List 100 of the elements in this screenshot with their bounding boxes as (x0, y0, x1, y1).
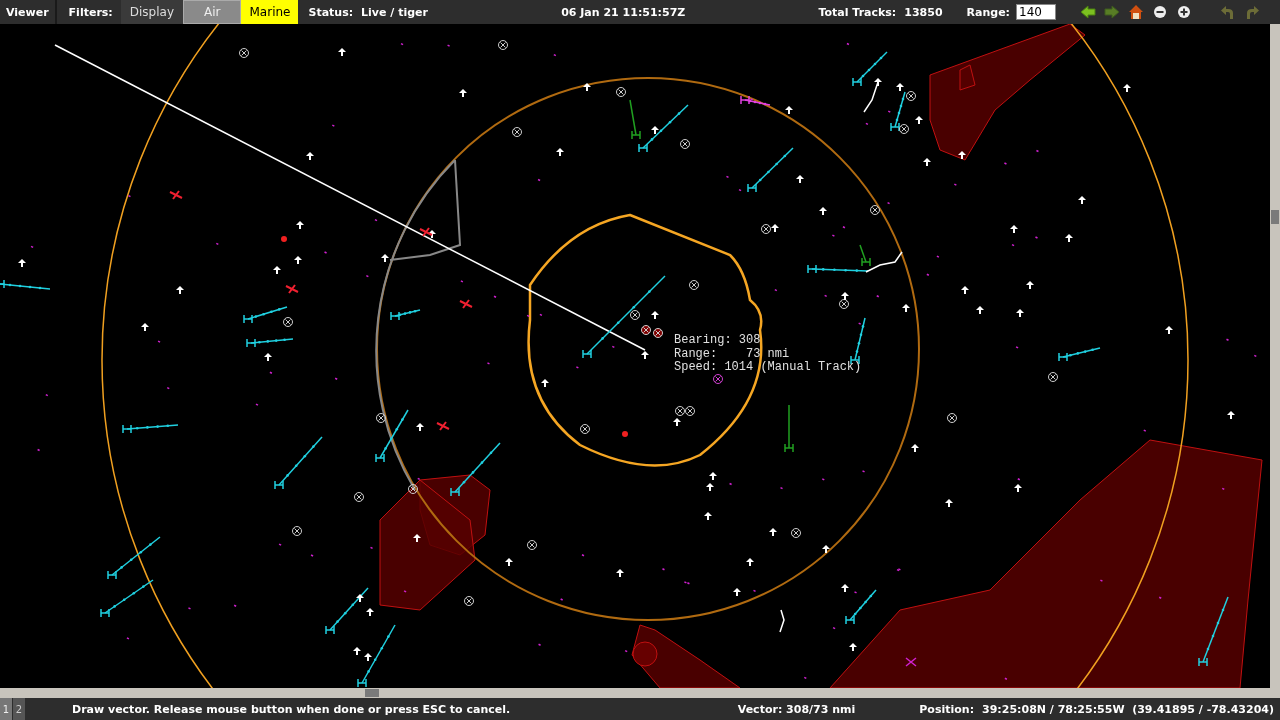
waypoint-icon[interactable] (498, 40, 508, 50)
waypoint-icon[interactable] (464, 596, 474, 606)
track-vector[interactable] (243, 306, 288, 324)
aircraft-icon[interactable] (428, 230, 436, 238)
waypoint-icon[interactable] (653, 328, 663, 338)
track-vector[interactable] (375, 409, 409, 463)
track-vector[interactable] (390, 309, 421, 321)
aircraft-icon[interactable] (976, 306, 984, 314)
track-vector[interactable] (325, 587, 369, 635)
track-vector[interactable] (629, 99, 641, 140)
track-vector[interactable] (852, 51, 888, 87)
aircraft-icon[interactable] (18, 259, 26, 267)
aircraft-icon[interactable] (923, 158, 931, 166)
waypoint-icon[interactable] (408, 484, 418, 494)
aircraft-icon[interactable] (413, 534, 421, 542)
waypoint-icon[interactable] (906, 91, 916, 101)
aircraft-icon[interactable] (796, 175, 804, 183)
aircraft-icon[interactable] (896, 83, 904, 91)
waypoint-icon[interactable] (870, 205, 880, 215)
track-vector[interactable] (638, 104, 689, 153)
aircraft-icon[interactable] (505, 558, 513, 566)
waypoint-icon[interactable] (761, 224, 771, 234)
scrollbar-thumb[interactable] (365, 689, 379, 697)
aircraft-icon[interactable] (733, 588, 741, 596)
waypoint-icon[interactable] (292, 526, 302, 536)
aircraft-icon[interactable] (945, 499, 953, 507)
zoom-in-icon[interactable] (1176, 4, 1192, 20)
filter-toggle[interactable]: Display (120, 0, 183, 24)
track-vector[interactable] (1058, 347, 1101, 362)
waypoint-icon[interactable] (947, 413, 957, 423)
track-vector[interactable] (100, 579, 154, 618)
waypoint-icon[interactable] (354, 492, 364, 502)
aircraft-icon[interactable] (651, 311, 659, 319)
aircraft-icon[interactable] (1227, 411, 1235, 419)
track-vector[interactable] (122, 424, 179, 434)
aircraft-icon[interactable] (264, 353, 272, 361)
aircraft-icon[interactable] (769, 528, 777, 536)
track-vector[interactable] (807, 264, 869, 274)
aircraft-icon[interactable] (1026, 281, 1034, 289)
track-vector[interactable] (107, 536, 161, 580)
menu-button[interactable]: Viewer (6, 5, 49, 19)
waypoint-icon[interactable] (685, 406, 695, 416)
aircraft-icon[interactable] (459, 89, 467, 97)
aircraft-icon[interactable] (1165, 326, 1173, 334)
contact-dot[interactable] (622, 431, 628, 437)
waypoint-icon[interactable] (839, 299, 849, 309)
aircraft-icon[interactable] (1016, 309, 1024, 317)
home-icon[interactable] (1128, 4, 1144, 20)
aircraft-icon[interactable] (541, 379, 549, 387)
aircraft-icon[interactable] (1010, 225, 1018, 233)
aircraft-icon[interactable] (961, 286, 969, 294)
aircraft-icon[interactable] (616, 569, 624, 577)
aircraft-icon[interactable] (1123, 84, 1131, 92)
track-vector[interactable] (890, 91, 906, 132)
aircraft-icon[interactable] (1065, 234, 1073, 242)
waypoint-icon[interactable] (791, 528, 801, 538)
aircraft-icon[interactable] (673, 418, 681, 426)
track-vector[interactable] (859, 244, 871, 267)
aircraft-icon[interactable] (583, 83, 591, 91)
waypoint-icon[interactable] (527, 540, 537, 550)
aircraft-icon[interactable] (1014, 484, 1022, 492)
aircraft-icon[interactable] (1078, 196, 1086, 204)
aircraft-icon[interactable] (176, 286, 184, 294)
aircraft-icon[interactable] (915, 116, 923, 124)
page-tab[interactable]: 2 (13, 698, 25, 720)
track-vector[interactable] (1198, 596, 1229, 667)
contact-dot[interactable] (281, 236, 287, 242)
scrollbar[interactable] (1270, 24, 1280, 688)
waypoint-icon[interactable] (512, 127, 522, 137)
aircraft-icon[interactable] (822, 545, 830, 553)
aircraft-icon[interactable] (704, 512, 712, 520)
aircraft-icon[interactable] (911, 444, 919, 452)
aircraft-icon[interactable] (556, 148, 564, 156)
aircraft-icon[interactable] (958, 151, 966, 159)
track-vector[interactable] (357, 624, 396, 688)
filter-toggle[interactable]: Marine (241, 0, 299, 24)
track-vector[interactable] (246, 338, 294, 348)
track-vector[interactable] (740, 95, 771, 106)
aircraft-icon[interactable] (746, 558, 754, 566)
aircraft-icon[interactable] (874, 78, 882, 86)
waypoint-icon[interactable] (689, 280, 699, 290)
track-vector[interactable] (784, 404, 794, 453)
zoom-out-icon[interactable] (1152, 4, 1168, 20)
track-vector[interactable] (450, 442, 501, 497)
aircraft-icon[interactable] (902, 304, 910, 312)
waypoint-icon[interactable] (283, 317, 293, 327)
aircraft-icon[interactable] (819, 207, 827, 215)
aircraft-icon[interactable] (771, 224, 779, 232)
aircraft-icon[interactable] (141, 323, 149, 331)
waypoint-icon[interactable] (630, 310, 640, 320)
waypoint-icon[interactable] (376, 413, 386, 423)
waypoint-icon[interactable] (641, 325, 651, 335)
track-vector[interactable] (274, 436, 323, 490)
aircraft-icon[interactable] (381, 254, 389, 262)
aircraft-icon[interactable] (785, 106, 793, 114)
waypoint-icon[interactable] (899, 124, 909, 134)
waypoint-icon[interactable] (239, 48, 249, 58)
track-vector[interactable] (845, 589, 877, 625)
range-field[interactable]: 140 (1016, 4, 1056, 20)
waypoint-icon[interactable] (675, 406, 685, 416)
